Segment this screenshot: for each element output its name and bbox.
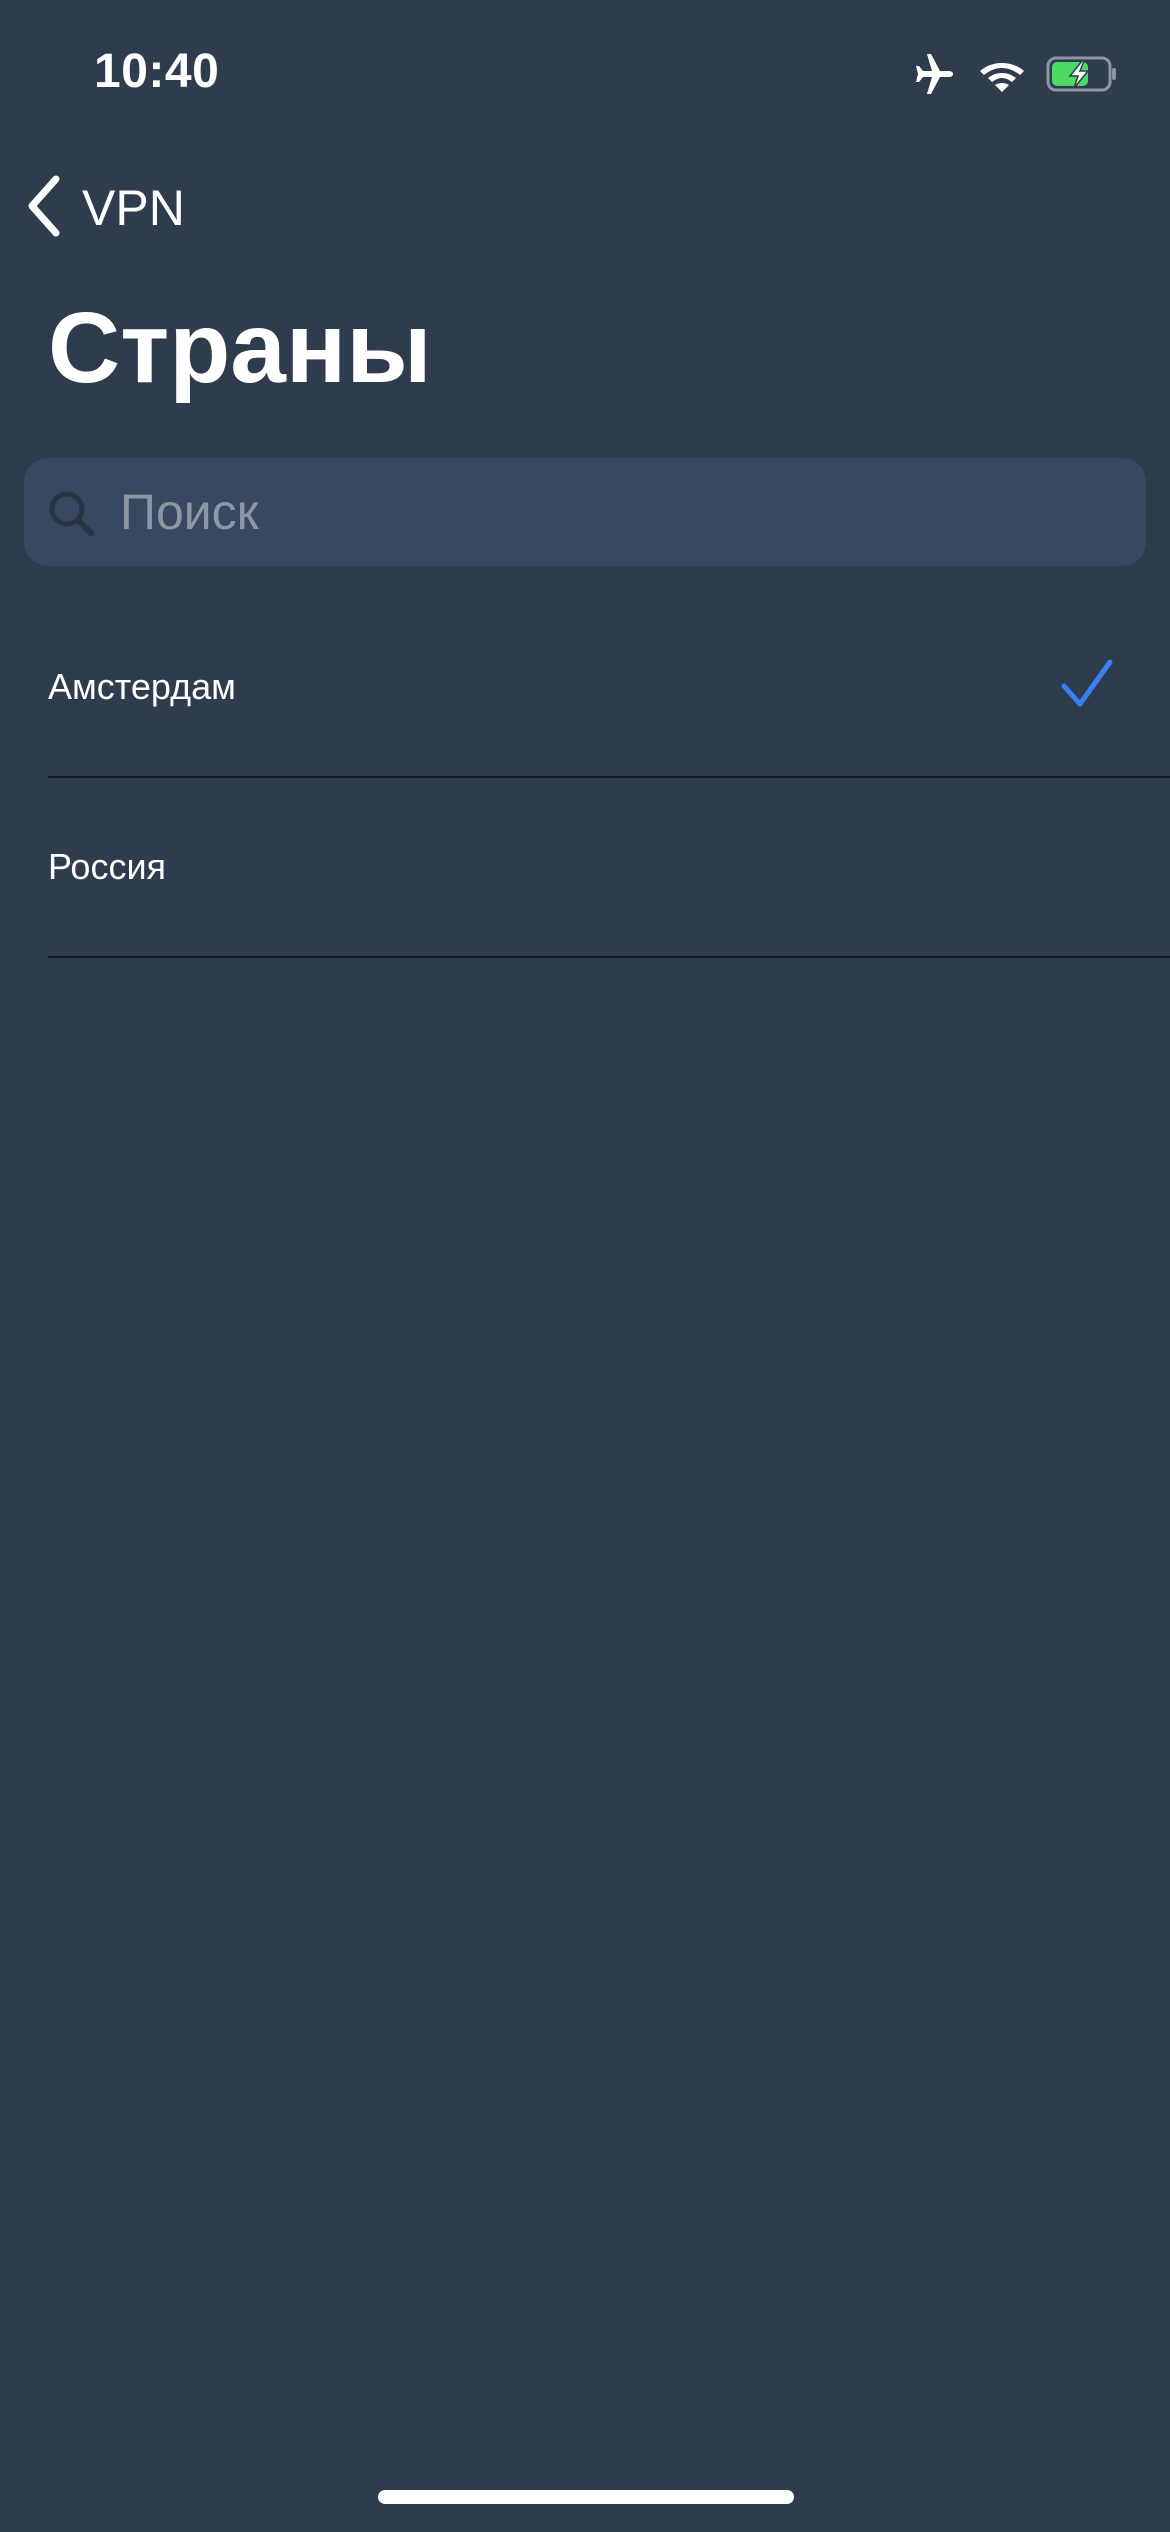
search-input[interactable] bbox=[114, 458, 1130, 566]
country-label: Россия bbox=[48, 846, 167, 887]
battery-charging-icon bbox=[1046, 55, 1118, 93]
status-icons bbox=[912, 50, 1118, 98]
home-indicator[interactable] bbox=[378, 2490, 794, 2504]
country-row-russia[interactable]: Россия bbox=[0, 778, 1170, 958]
country-row-amsterdam[interactable]: Амстердам bbox=[0, 598, 1170, 778]
page-title: Страны bbox=[48, 292, 432, 404]
checkmark-icon bbox=[1060, 658, 1114, 712]
back-button[interactable]: VPN bbox=[24, 172, 185, 244]
country-label: Амстердам bbox=[48, 666, 236, 707]
wifi-icon bbox=[978, 55, 1026, 93]
country-list: Амстердам Россия bbox=[0, 598, 1170, 958]
status-bar: 10:40 bbox=[0, 0, 1170, 150]
back-button-label: VPN bbox=[82, 180, 185, 236]
row-divider bbox=[48, 956, 1170, 958]
search-icon bbox=[46, 488, 96, 538]
search-bar[interactable] bbox=[24, 458, 1146, 566]
chevron-left-icon bbox=[24, 175, 64, 242]
status-time: 10:40 bbox=[94, 45, 220, 98]
airplane-icon bbox=[912, 54, 958, 94]
